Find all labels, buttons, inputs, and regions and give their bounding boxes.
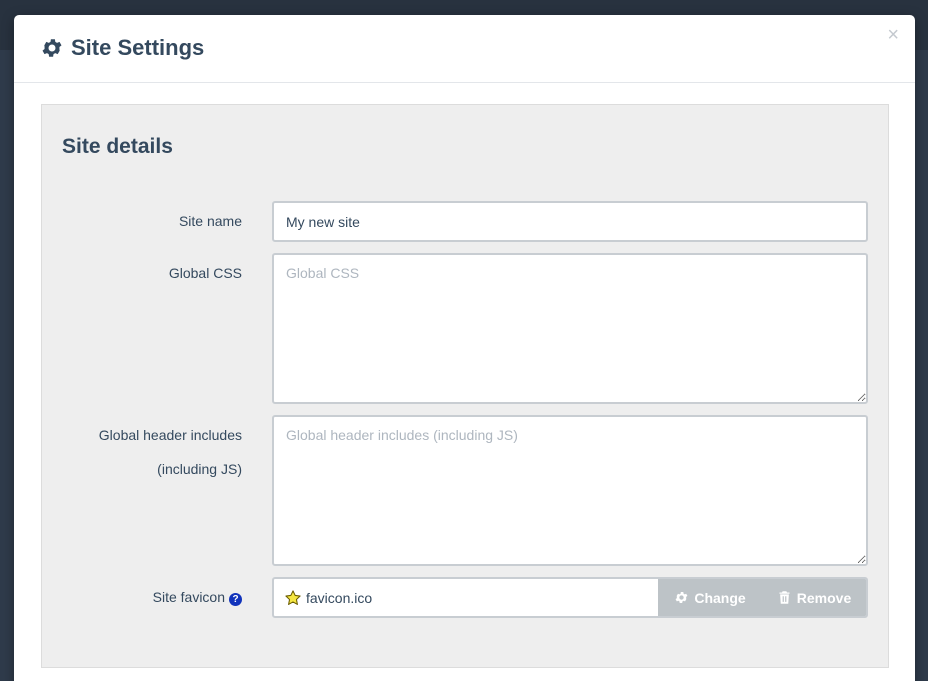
site-settings-modal: Site Settings × Site details Site name G… xyxy=(14,15,915,681)
site-favicon-label-text: Site favicon xyxy=(152,589,225,605)
favicon-control: favicon.ico Change Remove xyxy=(272,577,868,618)
help-icon[interactable]: ? xyxy=(229,593,242,606)
site-favicon-label: Site favicon? xyxy=(153,580,242,614)
star-icon xyxy=(285,589,301,605)
close-icon[interactable]: × xyxy=(887,25,899,45)
gear-icon xyxy=(42,39,62,57)
global-header-textarea[interactable] xyxy=(272,415,868,566)
modal-title: Site Settings xyxy=(40,35,204,61)
change-favicon-button[interactable]: Change xyxy=(658,579,762,616)
site-name-label: Site name xyxy=(178,213,242,229)
remove-favicon-button[interactable]: Remove xyxy=(762,579,866,616)
favicon-filename: favicon.ico xyxy=(306,589,373,606)
favicon-file-display: favicon.ico xyxy=(274,579,658,616)
trash-icon xyxy=(779,591,790,604)
global-header-label-line2: (including JS) xyxy=(157,461,242,477)
global-css-textarea[interactable] xyxy=(272,253,868,404)
change-favicon-label: Change xyxy=(694,589,746,606)
gear-icon xyxy=(675,592,688,603)
global-header-label: Global header includes (including JS) xyxy=(99,418,242,486)
site-details-panel: Site details Site name Global CSS Global… xyxy=(41,104,889,668)
global-css-label: Global CSS xyxy=(168,265,242,281)
remove-favicon-label: Remove xyxy=(796,589,852,606)
modal-title-text: Site Settings xyxy=(71,35,205,60)
site-name-input[interactable] xyxy=(272,201,868,242)
panel-title: Site details xyxy=(62,135,173,158)
modal-header: Site Settings × xyxy=(14,15,915,83)
global-header-label-line1: Global header includes xyxy=(98,427,242,443)
